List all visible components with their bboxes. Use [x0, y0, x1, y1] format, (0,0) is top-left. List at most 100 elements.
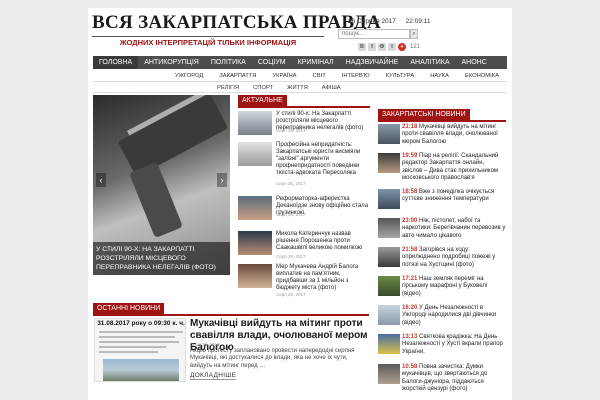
subnav-science[interactable]: НАУКА	[422, 71, 457, 81]
news-thumbnail[interactable]	[238, 196, 272, 220]
news-thumbnail[interactable]	[378, 364, 400, 384]
subnav-culture[interactable]: КУЛЬТУРА	[378, 71, 423, 81]
slider-prev-icon[interactable]: ‹	[96, 173, 106, 187]
twitter-icon[interactable]: t	[388, 43, 396, 51]
thumb-photo	[103, 359, 179, 381]
nav-item-analytics[interactable]: АНАЛІТИКА	[404, 56, 455, 69]
news-text[interactable]: 13:13 Святкова крадіжка: На День Незалеж…	[402, 334, 506, 356]
thumb-text-lines	[99, 331, 183, 356]
current-date: 26 Серпня 2017	[348, 18, 396, 25]
subnav-zakarpattia[interactable]: ЗАКАРПАТТЯ	[211, 71, 264, 81]
sub-nav-secondary: РЕЛІГІЯ СПОРТ ЖИТТЯ АФІША	[210, 84, 348, 92]
news-title[interactable]: Мер Мукачева Андрій Балога виплатив на п…	[276, 264, 370, 292]
news-time: 10:58	[402, 364, 418, 370]
main-nav: ГОЛОВНА АНТИКОРУПЦІЯ ПОЛІТИКА СОЦІУМ КРИ…	[93, 56, 507, 69]
slide-caption[interactable]: У СТИЛІ 90-Х: НА ЗАКАРПАТТІ РОЗСТРІЛЯЛИ …	[93, 242, 230, 275]
news-time: 21:58	[402, 247, 418, 253]
news-title[interactable]: Пiар на релігії: Скандальний редактор За…	[402, 153, 498, 181]
section-title: АКТУАЛЬНЕ	[238, 95, 287, 106]
read-more-button[interactable]: ДОКЛАДНІШЕ	[190, 372, 237, 380]
news-thumbnail[interactable]	[378, 334, 400, 354]
sub-nav-primary: УЖГОРОД ЗАКАРПАТТЯ УКРАЇНА СВІТ ІНТЕРВ'Ю…	[93, 71, 507, 81]
nav-item-society[interactable]: СОЦІУМ	[252, 56, 292, 69]
news-thumbnail[interactable]	[378, 218, 400, 238]
list-item[interactable]: Мер Мукачева Андрій Балога виплатив на п…	[238, 264, 370, 298]
news-time: 16:20	[402, 305, 418, 311]
news-title[interactable]: Святкова крадіжка: На День Незалежності …	[402, 334, 503, 355]
news-date: Серп 26, 2017	[276, 181, 306, 186]
news-text[interactable]: 16:20 У День Незалежності в Ужгороді нар…	[402, 305, 506, 327]
subnav-world[interactable]: СВІТ	[305, 71, 334, 81]
f-icon[interactable]: Ф	[378, 43, 386, 51]
news-time: 23:00	[402, 218, 418, 224]
news-thumbnail[interactable]	[378, 276, 400, 296]
list-item[interactable]: Професійна непридатність: Закарпатські ю…	[238, 142, 370, 186]
list-item[interactable]: У стилі 90-х: На Закарпатті розстріляли …	[238, 111, 370, 145]
site-tagline: ЖОДНИХ ІНТЕРПРЕТАЦІЙ ТІЛЬКИ ІНФОРМАЦІЯ	[119, 38, 297, 47]
section-title: ЗАКАРПАТСЬКІ НОВИНИ	[378, 109, 470, 120]
news-text[interactable]: 17:21 Наш земляк переміг на гірському ма…	[402, 276, 506, 298]
news-title[interactable]: Ніж, пістолет, набої та наркотики: Берег…	[402, 218, 505, 239]
search-input[interactable]	[338, 29, 410, 39]
news-thumbnail[interactable]	[378, 189, 400, 209]
logo-rule	[92, 36, 324, 37]
subnav-ukraine[interactable]: УКРАЇНА	[264, 71, 304, 81]
news-thumbnail[interactable]	[238, 142, 272, 166]
nav-item-crime[interactable]: КРИМІНАЛ	[292, 56, 340, 69]
subnav-poster[interactable]: АФІША	[315, 84, 348, 92]
google-plus-icon[interactable]: +	[398, 43, 406, 51]
news-title[interactable]: У День Незалежності в Ужгороді народилис…	[402, 305, 496, 326]
divider	[93, 81, 507, 82]
slider-next-icon[interactable]: ›	[217, 173, 227, 187]
subnav-economics[interactable]: ЕКОНОМІКА	[457, 71, 507, 81]
nav-item-announce[interactable]: АНОНС	[456, 56, 493, 69]
subnav-life[interactable]: ЖИТТЯ	[280, 84, 315, 92]
list-item[interactable]: Микола Катеринчук назвав рішення Порошен…	[238, 231, 370, 265]
news-time: 21:18	[402, 124, 418, 130]
vk-icon[interactable]: В	[358, 43, 366, 51]
news-thumbnail[interactable]	[238, 264, 272, 288]
news-text[interactable]: 23:00 Ніж, пістолет, набої та наркотики:…	[402, 218, 506, 240]
nav-item-anticorruption[interactable]: АНТИКОРУПЦІЯ	[138, 56, 205, 69]
news-title[interactable]: Микола Катеринчук назвав рішення Порошен…	[276, 231, 370, 252]
thumb-date: 31.08.2017 року о 09:30 к. ч.	[97, 320, 185, 327]
news-text[interactable]: 19:59 Пiар на релігії: Скандальний редак…	[402, 153, 506, 182]
search-icon[interactable]: ⌕	[410, 29, 418, 39]
news-date: Серп 26, 2017	[276, 212, 306, 217]
subnav-sport[interactable]: СПОРТ	[246, 84, 280, 92]
news-text[interactable]: 10:58 Повна зачистка: Думки мукачівців, …	[402, 364, 506, 393]
nav-item-home[interactable]: ГОЛОВНА	[93, 56, 139, 69]
news-text[interactable]: 21:58 Загорівся на ходу: оприлюднено под…	[402, 247, 506, 269]
news-date: Серп 26, 2017	[190, 342, 220, 347]
news-thumbnail[interactable]	[238, 111, 272, 135]
nav-item-politics[interactable]: ПОЛІТИКА	[205, 56, 252, 69]
news-time: 18:58	[402, 189, 418, 195]
news-thumbnail[interactable]	[378, 124, 400, 144]
news-thumbnail[interactable]	[238, 231, 272, 255]
news-thumbnail[interactable]	[378, 305, 400, 325]
section-header-zakarpatski: ЗАКАРПАТСЬКІ НОВИНИ	[378, 109, 506, 122]
nav-item-emergency[interactable]: НАДЗВИЧАЙНЕ	[340, 56, 405, 69]
news-text[interactable]: 18:58 Вже з понеділка очікується суттєве…	[402, 189, 506, 204]
featured-slider[interactable]: ‹ › У СТИЛІ 90-Х: НА ЗАКАРПАТТІ РОЗСТРІЛ…	[93, 95, 230, 275]
news-text[interactable]: 21:18 Мукачівці вийдуть на мітинг проти …	[402, 124, 506, 146]
news-excerpt: Акцію протесту заплановано провести напе…	[190, 348, 355, 369]
list-item[interactable]: Реформаторка-аферистка Деканоїдзе знову …	[238, 196, 370, 230]
news-date: Серп 26, 2017	[276, 292, 306, 297]
news-date: Серп 26, 2017	[276, 128, 306, 133]
subnav-uzhhorod[interactable]: УЖГОРОД	[167, 71, 211, 81]
news-title[interactable]: Професійна непридатність: Закарпатські ю…	[276, 142, 370, 177]
news-thumbnail[interactable]	[378, 247, 400, 267]
news-date: Серп 26, 2017	[276, 254, 306, 259]
news-title[interactable]: Мукачівці вийдуть на мітинг проти свавіл…	[402, 124, 498, 145]
news-thumbnail[interactable]	[378, 153, 400, 173]
divider	[93, 92, 507, 93]
current-time: 22:09:11	[405, 18, 431, 25]
section-title: ОСТАННІ НОВИНИ	[93, 303, 165, 314]
subnav-religion[interactable]: РЕЛІГІЯ	[210, 84, 246, 92]
social-bar: В f Ф t + 121	[358, 43, 420, 51]
site-logo[interactable]: ВСЯ ЗАКАРПАТСЬКА ПРАВДА	[92, 12, 381, 34]
subnav-interview[interactable]: ІНТЕРВ'Ю	[334, 71, 378, 81]
facebook-icon[interactable]: f	[368, 43, 376, 51]
news-thumbnail[interactable]: 31.08.2017 року о 09:30 к. ч.	[94, 318, 186, 382]
